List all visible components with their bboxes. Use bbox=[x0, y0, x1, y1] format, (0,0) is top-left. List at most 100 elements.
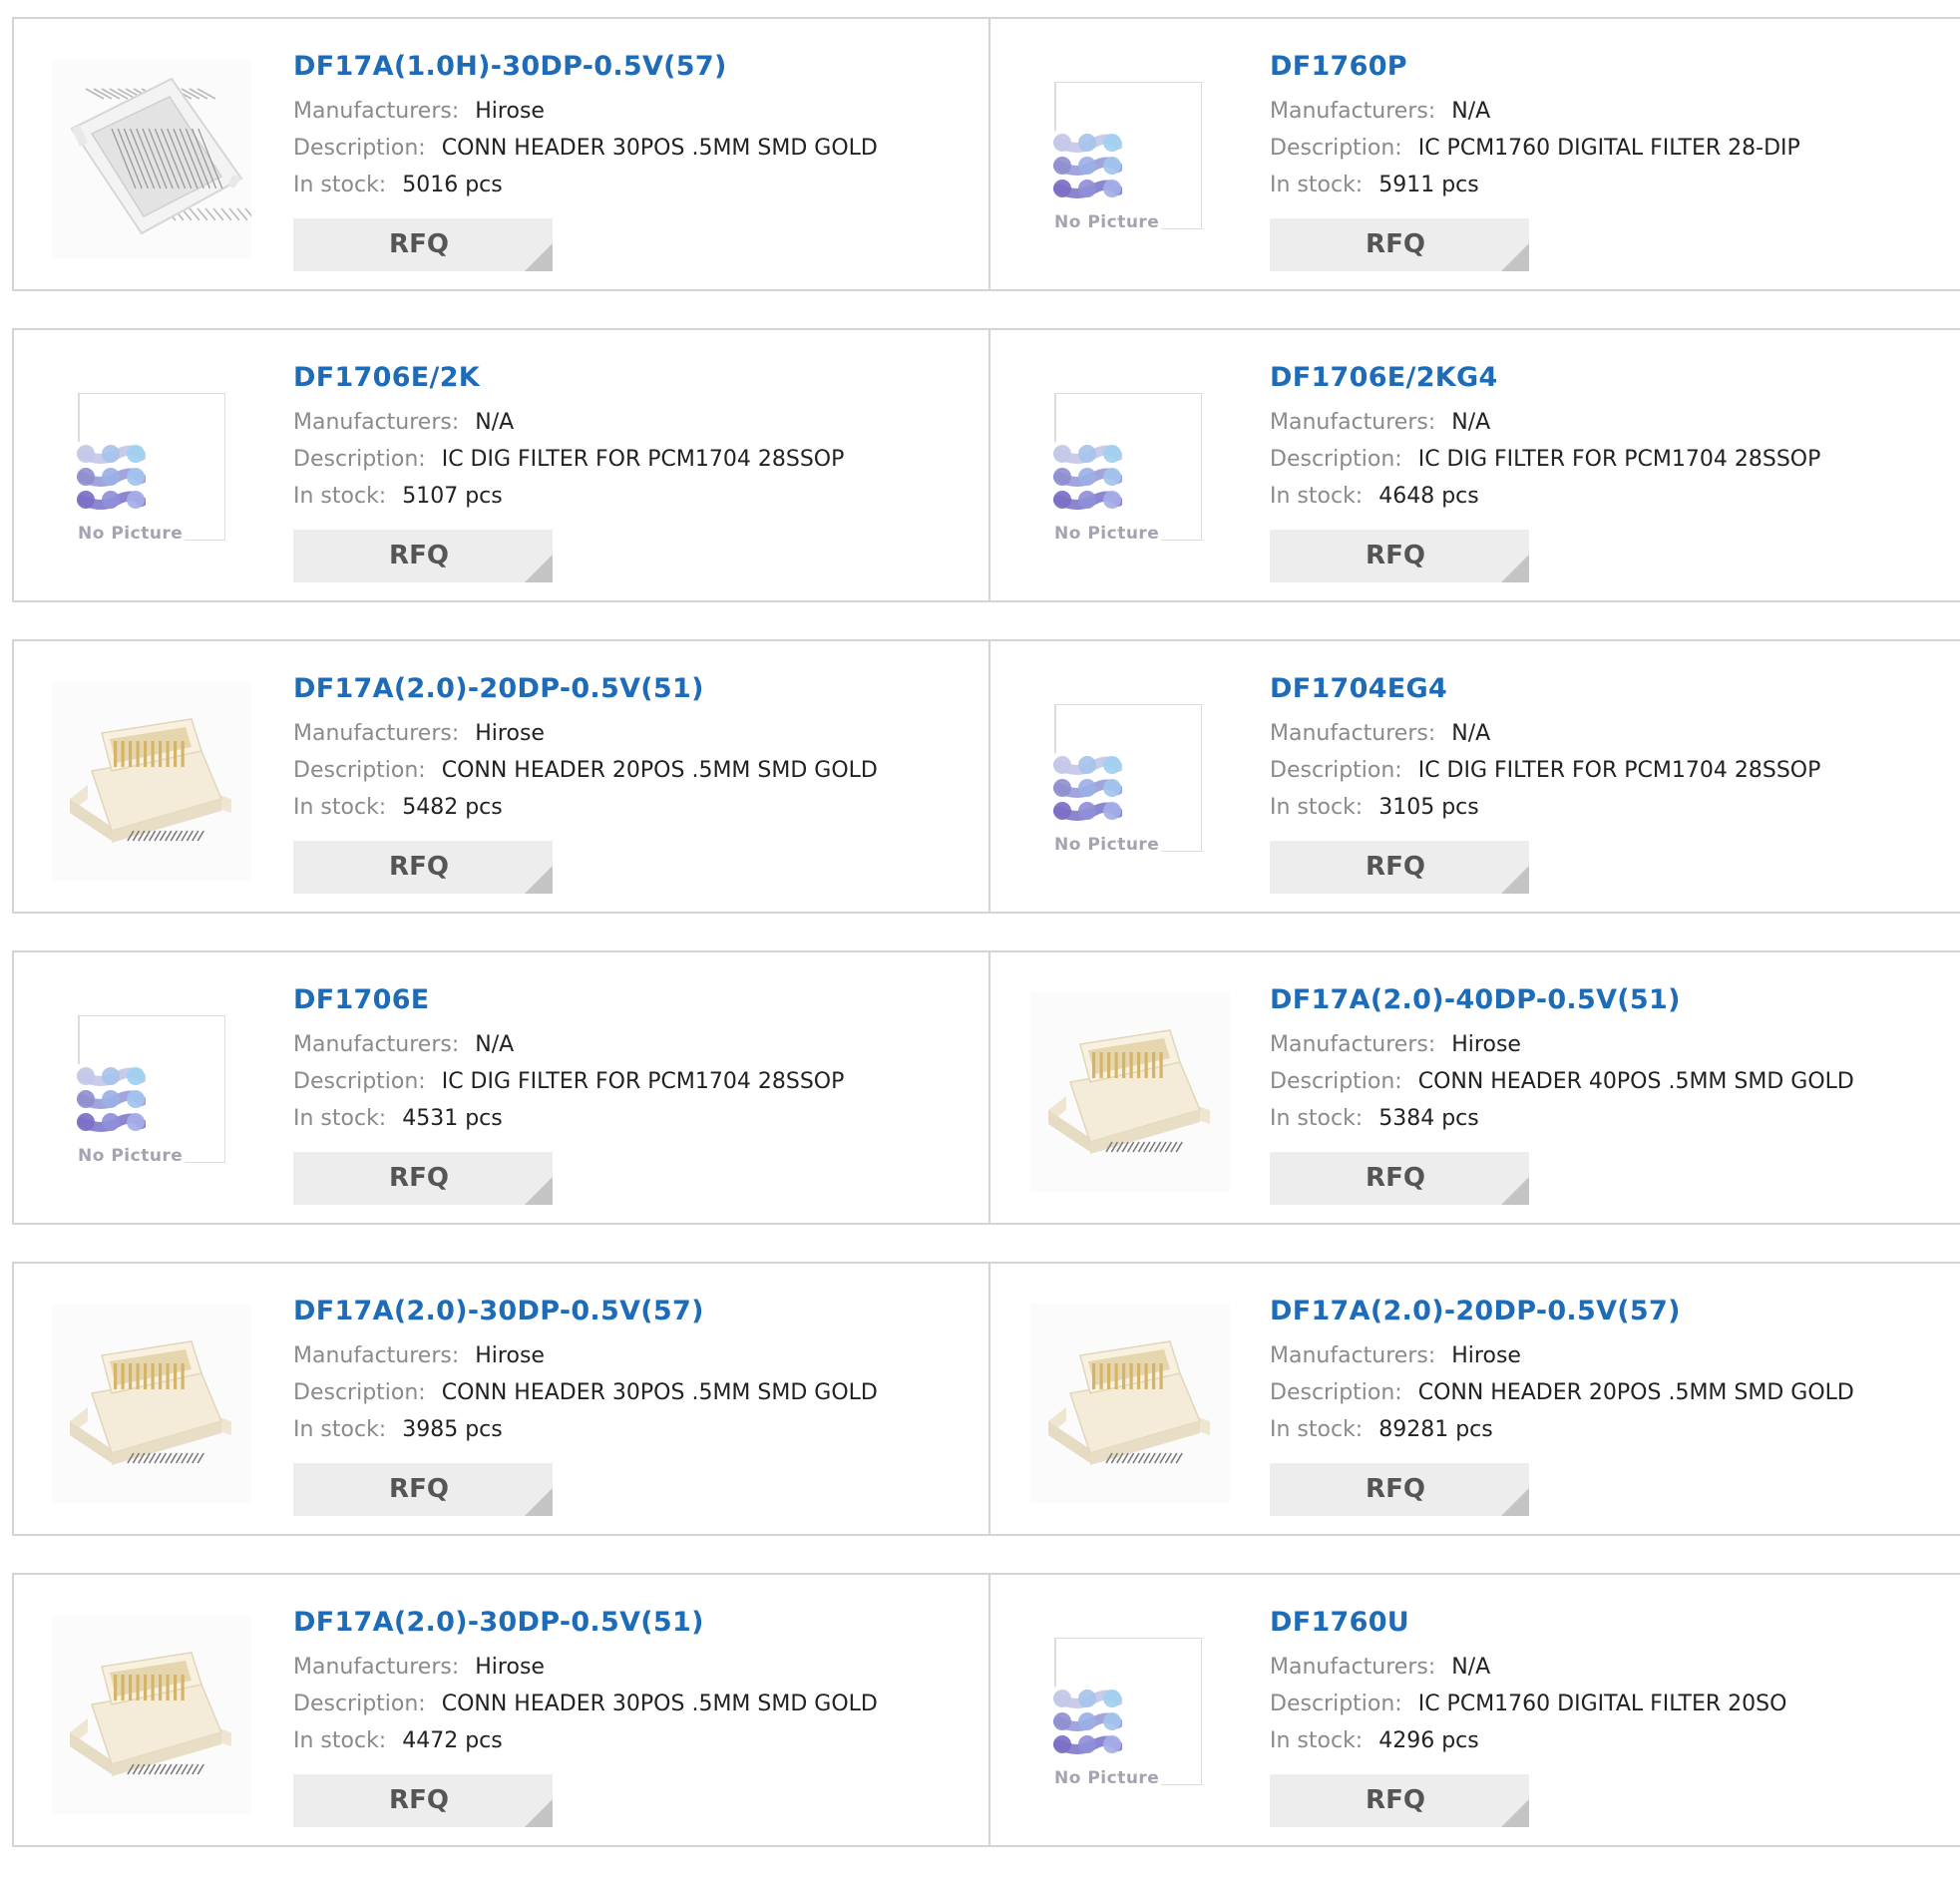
manufacturer-line: Manufacturers: N/A bbox=[1270, 715, 1820, 752]
rfq-button[interactable]: RFQ bbox=[1270, 1152, 1529, 1205]
part-number-link[interactable]: DF1760U bbox=[1270, 1603, 1786, 1643]
no-picture-label: No Picture bbox=[1054, 212, 1160, 232]
connector-3d-icon bbox=[1030, 992, 1230, 1192]
rfq-button[interactable]: RFQ bbox=[293, 841, 553, 894]
description-line: Description: CONN HEADER 20POS .5MM SMD G… bbox=[1270, 1374, 1854, 1411]
description-label: Description: bbox=[293, 1692, 426, 1716]
rfq-button[interactable]: RFQ bbox=[1270, 530, 1529, 582]
manufacturer-label: Manufacturers: bbox=[1270, 99, 1436, 124]
manufacturer-label: Manufacturers: bbox=[293, 1655, 460, 1680]
description-line: Description: IC DIG FILTER FOR PCM1704 28… bbox=[293, 441, 844, 478]
part-number-link[interactable]: DF17A(2.0)-20DP-0.5V(57) bbox=[1270, 1292, 1854, 1331]
stock-label: In stock: bbox=[1270, 484, 1364, 509]
rfq-button[interactable]: RFQ bbox=[1270, 218, 1529, 271]
product-card: DF17A(2.0)-40DP-0.5V(51) Manufacturers: H… bbox=[988, 952, 1960, 1223]
description-line: Description: IC PCM1760 DIGITAL FILTER 28… bbox=[1270, 130, 1800, 167]
connector-3d-icon bbox=[52, 1304, 251, 1503]
manufacturer-label: Manufacturers: bbox=[1270, 410, 1436, 435]
manufacturer-value: N/A bbox=[475, 1032, 515, 1057]
rfq-corner-decoration bbox=[525, 1488, 553, 1516]
manufacturer-line: Manufacturers: Hirose bbox=[1270, 1337, 1854, 1374]
product-card: No Picture DF1706E/2K Manufacturers: N/A … bbox=[14, 330, 989, 600]
stock-value: 5911 pcs bbox=[1378, 173, 1479, 197]
product-card: No Picture DF1706E/2KG4 Manufacturers: N/… bbox=[988, 330, 1960, 600]
rfq-button[interactable]: RFQ bbox=[293, 218, 553, 271]
description-label: Description: bbox=[1270, 447, 1402, 472]
rfq-corner-decoration bbox=[525, 1799, 553, 1827]
part-number-link[interactable]: DF1706E/2KG4 bbox=[1270, 358, 1820, 398]
rfq-button[interactable]: RFQ bbox=[1270, 841, 1529, 894]
stock-line: In stock: 5016 pcs bbox=[293, 167, 878, 203]
manufacturer-value: Hirose bbox=[475, 99, 545, 124]
no-picture-placeholder: No Picture bbox=[1053, 393, 1202, 544]
part-number-link[interactable]: DF17A(2.0)-30DP-0.5V(57) bbox=[293, 1292, 878, 1331]
manufacturer-value: N/A bbox=[1451, 410, 1491, 435]
stock-label: In stock: bbox=[293, 173, 387, 197]
product-card: DF17A(2.0)-30DP-0.5V(57) Manufacturers: H… bbox=[14, 1264, 989, 1534]
no-picture-label: No Picture bbox=[1054, 835, 1160, 855]
no-picture-label: No Picture bbox=[78, 1146, 184, 1166]
stock-label: In stock: bbox=[1270, 173, 1364, 197]
part-number-link[interactable]: DF1706E/2K bbox=[293, 358, 844, 398]
manufacturer-label: Manufacturers: bbox=[1270, 1343, 1436, 1368]
product-image[interactable] bbox=[52, 1304, 251, 1503]
product-image[interactable] bbox=[52, 59, 256, 258]
description-value: CONN HEADER 30POS .5MM SMD GOLD bbox=[441, 136, 878, 161]
product-info: DF1706E Manufacturers: N/A Description: IC… bbox=[293, 980, 844, 1137]
description-value: CONN HEADER 20POS .5MM SMD GOLD bbox=[441, 758, 878, 783]
description-line: Description: CONN HEADER 40POS .5MM SMD G… bbox=[1270, 1063, 1854, 1100]
no-picture-logo-icon bbox=[77, 1067, 146, 1132]
product-card: No Picture DF1760U Manufacturers: N/A Des… bbox=[988, 1575, 1960, 1845]
manufacturer-label: Manufacturers: bbox=[1270, 721, 1436, 746]
manufacturer-line: Manufacturers: N/A bbox=[293, 404, 844, 441]
no-picture-placeholder: No Picture bbox=[1053, 82, 1202, 232]
part-number-link[interactable]: DF17A(2.0)-40DP-0.5V(51) bbox=[1270, 980, 1854, 1020]
rfq-button[interactable]: RFQ bbox=[293, 530, 553, 582]
description-value: IC PCM1760 DIGITAL FILTER 20SO bbox=[1417, 1692, 1787, 1716]
rfq-button[interactable]: RFQ bbox=[1270, 1463, 1529, 1516]
product-image[interactable] bbox=[52, 1615, 251, 1814]
stock-value: 5016 pcs bbox=[402, 173, 503, 197]
manufacturer-line: Manufacturers: Hirose bbox=[293, 1649, 878, 1686]
part-number-link[interactable]: DF1704EG4 bbox=[1270, 669, 1820, 709]
description-label: Description: bbox=[1270, 1380, 1402, 1405]
no-picture-logo-icon bbox=[1053, 134, 1122, 198]
manufacturer-line: Manufacturers: N/A bbox=[293, 1026, 844, 1063]
description-label: Description: bbox=[1270, 1692, 1402, 1716]
rfq-corner-decoration bbox=[525, 1177, 553, 1205]
product-card: DF17A(1.0H)-30DP-0.5V(57) Manufacturers:… bbox=[14, 19, 989, 289]
manufacturer-value: N/A bbox=[475, 410, 515, 435]
rfq-button[interactable]: RFQ bbox=[1270, 1774, 1529, 1827]
description-label: Description: bbox=[1270, 758, 1402, 783]
manufacturer-line: Manufacturers: N/A bbox=[1270, 93, 1800, 130]
stock-label: In stock: bbox=[293, 1417, 387, 1442]
stock-value: 3985 pcs bbox=[402, 1417, 503, 1442]
connector-3d-icon bbox=[1030, 1304, 1230, 1503]
stock-line: In stock: 5482 pcs bbox=[293, 789, 878, 826]
part-number-link[interactable]: DF17A(1.0H)-30DP-0.5V(57) bbox=[293, 47, 878, 87]
product-info: DF17A(2.0)-40DP-0.5V(51) Manufacturers: H… bbox=[1270, 980, 1854, 1137]
stock-label: In stock: bbox=[1270, 1106, 1364, 1131]
product-image[interactable] bbox=[52, 681, 251, 881]
product-image[interactable] bbox=[1030, 992, 1230, 1192]
rfq-button[interactable]: RFQ bbox=[293, 1774, 553, 1827]
description-line: Description: IC PCM1760 DIGITAL FILTER 20… bbox=[1270, 1686, 1786, 1722]
rfq-button[interactable]: RFQ bbox=[293, 1152, 553, 1205]
manufacturer-label: Manufacturers: bbox=[293, 721, 460, 746]
part-number-link[interactable]: DF17A(2.0)-30DP-0.5V(51) bbox=[293, 1603, 878, 1643]
description-value: CONN HEADER 20POS .5MM SMD GOLD bbox=[1417, 1380, 1854, 1405]
stock-value: 4296 pcs bbox=[1378, 1728, 1479, 1753]
product-info: DF1706E/2KG4 Manufacturers: N/A Descripti… bbox=[1270, 358, 1820, 515]
product-image[interactable] bbox=[1030, 1304, 1230, 1503]
rfq-corner-decoration bbox=[525, 243, 553, 271]
part-number-link[interactable]: DF1706E bbox=[293, 980, 844, 1020]
description-line: Description: IC DIG FILTER FOR PCM1704 28… bbox=[1270, 441, 1820, 478]
part-number-link[interactable]: DF1760P bbox=[1270, 47, 1800, 87]
part-number-link[interactable]: DF17A(2.0)-20DP-0.5V(51) bbox=[293, 669, 878, 709]
product-row: DF17A(2.0)-30DP-0.5V(51) Manufacturers: H… bbox=[12, 1573, 1960, 1847]
stock-line: In stock: 4648 pcs bbox=[1270, 478, 1820, 515]
description-label: Description: bbox=[1270, 1069, 1402, 1094]
manufacturer-label: Manufacturers: bbox=[1270, 1032, 1436, 1057]
stock-line: In stock: 5911 pcs bbox=[1270, 167, 1800, 203]
rfq-button[interactable]: RFQ bbox=[293, 1463, 553, 1516]
